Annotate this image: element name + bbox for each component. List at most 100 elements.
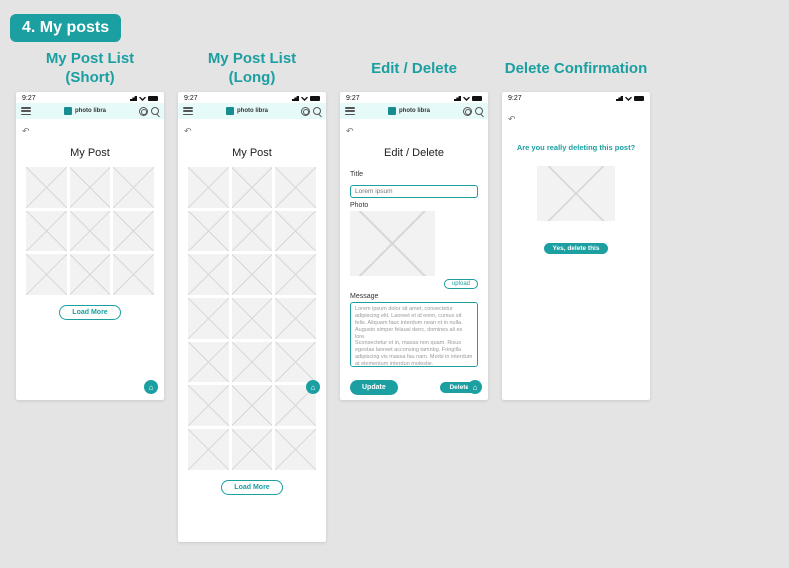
hamburger-icon[interactable] <box>345 107 355 115</box>
post-thumbnail[interactable] <box>275 167 316 208</box>
post-thumbnail[interactable] <box>113 211 154 252</box>
home-fab[interactable]: ⌂ <box>468 380 482 394</box>
wireframe-columns: My Post List (Short) 9:27 photo libra <box>8 50 781 542</box>
hamburger-icon[interactable] <box>21 107 31 115</box>
status-time: 9:27 <box>346 95 360 102</box>
post-thumbnail[interactable] <box>275 254 316 295</box>
status-icons <box>292 96 320 101</box>
col-title-confirm: Delete Confirmation <box>505 50 648 88</box>
post-thumbnail[interactable] <box>188 167 229 208</box>
section-badge: 4. My posts <box>10 14 121 42</box>
screen-title: Edit / Delete <box>340 141 488 167</box>
load-more-button[interactable]: Load More <box>59 305 120 320</box>
status-icons <box>130 96 158 101</box>
brand-name: photo libra <box>237 108 268 114</box>
post-thumbnail[interactable] <box>232 385 273 426</box>
col-edit: Edit / Delete 9:27 photo libra <box>340 50 488 400</box>
photo-preview <box>350 211 435 276</box>
home-icon: ⌂ <box>473 383 478 392</box>
post-grid-short <box>16 167 164 295</box>
brand: photo libra <box>388 107 430 115</box>
post-thumbnail[interactable] <box>232 254 273 295</box>
post-thumbnail[interactable] <box>275 342 316 383</box>
app-bar: photo libra <box>340 103 488 119</box>
post-thumbnail[interactable] <box>26 211 67 252</box>
screen-title: My Post <box>178 141 326 167</box>
status-time: 9:27 <box>184 95 198 102</box>
post-thumbnail[interactable] <box>70 211 111 252</box>
post-thumbnail[interactable] <box>26 254 67 295</box>
battery-icon <box>310 96 320 101</box>
app-bar: photo libra <box>178 103 326 119</box>
post-thumbnail[interactable] <box>188 429 229 470</box>
post-thumbnail[interactable] <box>275 429 316 470</box>
search-icon[interactable] <box>313 107 321 115</box>
search-icon[interactable] <box>475 107 483 115</box>
post-thumbnail[interactable] <box>188 342 229 383</box>
post-thumbnail[interactable] <box>232 342 273 383</box>
load-more-button[interactable]: Load More <box>221 480 282 495</box>
home-fab[interactable]: ⌂ <box>144 380 158 394</box>
status-icons <box>454 96 482 101</box>
status-bar: 9:27 <box>178 92 326 103</box>
post-thumbnail[interactable] <box>70 254 111 295</box>
home-fab[interactable]: ⌂ <box>306 380 320 394</box>
post-thumbnail[interactable] <box>275 298 316 339</box>
status-bar: 9:27 <box>16 92 164 103</box>
phone-short: 9:27 photo libra ↶ My Post <box>16 92 164 400</box>
title-input[interactable] <box>350 185 478 198</box>
post-thumbnail[interactable] <box>188 385 229 426</box>
profile-icon[interactable] <box>139 107 148 116</box>
post-thumbnail[interactable] <box>232 429 273 470</box>
hamburger-icon[interactable] <box>183 107 193 115</box>
status-time: 9:27 <box>22 95 36 102</box>
message-input[interactable] <box>350 302 478 367</box>
message-label: Message <box>350 293 478 300</box>
col-title-short: My Post List (Short) <box>46 50 134 88</box>
brand: photo libra <box>226 107 268 115</box>
signal-icon <box>454 96 461 101</box>
photo-label: Photo <box>350 202 478 209</box>
wifi-icon <box>625 96 632 101</box>
post-thumbnail[interactable] <box>232 298 273 339</box>
brand-logo-icon <box>226 107 234 115</box>
search-icon[interactable] <box>151 107 159 115</box>
post-thumbnail[interactable] <box>275 211 316 252</box>
battery-icon <box>148 96 158 101</box>
home-icon: ⌂ <box>149 383 154 392</box>
back-icon[interactable]: ↶ <box>22 126 30 136</box>
back-icon[interactable]: ↶ <box>508 114 516 124</box>
post-thumbnail[interactable] <box>188 298 229 339</box>
phone-long: 9:27 photo libra ↶ My Post <box>178 92 326 542</box>
app-bar: photo libra <box>16 103 164 119</box>
post-thumbnail[interactable] <box>232 211 273 252</box>
profile-icon[interactable] <box>463 107 472 116</box>
back-icon[interactable]: ↶ <box>184 126 192 136</box>
home-icon: ⌂ <box>311 383 316 392</box>
col-confirm: Delete Confirmation 9:27 ↶ Are you reall… <box>502 50 650 400</box>
post-thumbnail[interactable] <box>188 211 229 252</box>
brand-logo-icon <box>388 107 396 115</box>
upload-button[interactable]: upload <box>444 279 478 289</box>
confirm-delete-button[interactable]: Yes, delete this <box>544 243 609 254</box>
post-thumbnail[interactable] <box>113 167 154 208</box>
signal-icon <box>616 96 623 101</box>
brand-name: photo libra <box>399 108 430 114</box>
update-button[interactable]: Update <box>350 380 398 395</box>
post-thumbnail[interactable] <box>113 254 154 295</box>
post-thumbnail[interactable] <box>26 167 67 208</box>
edit-form: Title Photo upload Message <box>340 171 488 372</box>
profile-icon[interactable] <box>301 107 310 116</box>
post-thumbnail[interactable] <box>232 167 273 208</box>
signal-icon <box>130 96 137 101</box>
post-thumbnail[interactable] <box>70 167 111 208</box>
back-icon[interactable]: ↶ <box>346 126 354 136</box>
col-short: My Post List (Short) 9:27 photo libra <box>16 50 164 400</box>
wifi-icon <box>463 96 470 101</box>
wifi-icon <box>301 96 308 101</box>
post-thumbnail[interactable] <box>188 254 229 295</box>
screen-title: My Post <box>16 141 164 167</box>
phone-confirm: 9:27 ↶ Are you really deleting this post… <box>502 92 650 400</box>
brand-logo-icon <box>64 107 72 115</box>
status-bar: 9:27 <box>502 92 650 103</box>
